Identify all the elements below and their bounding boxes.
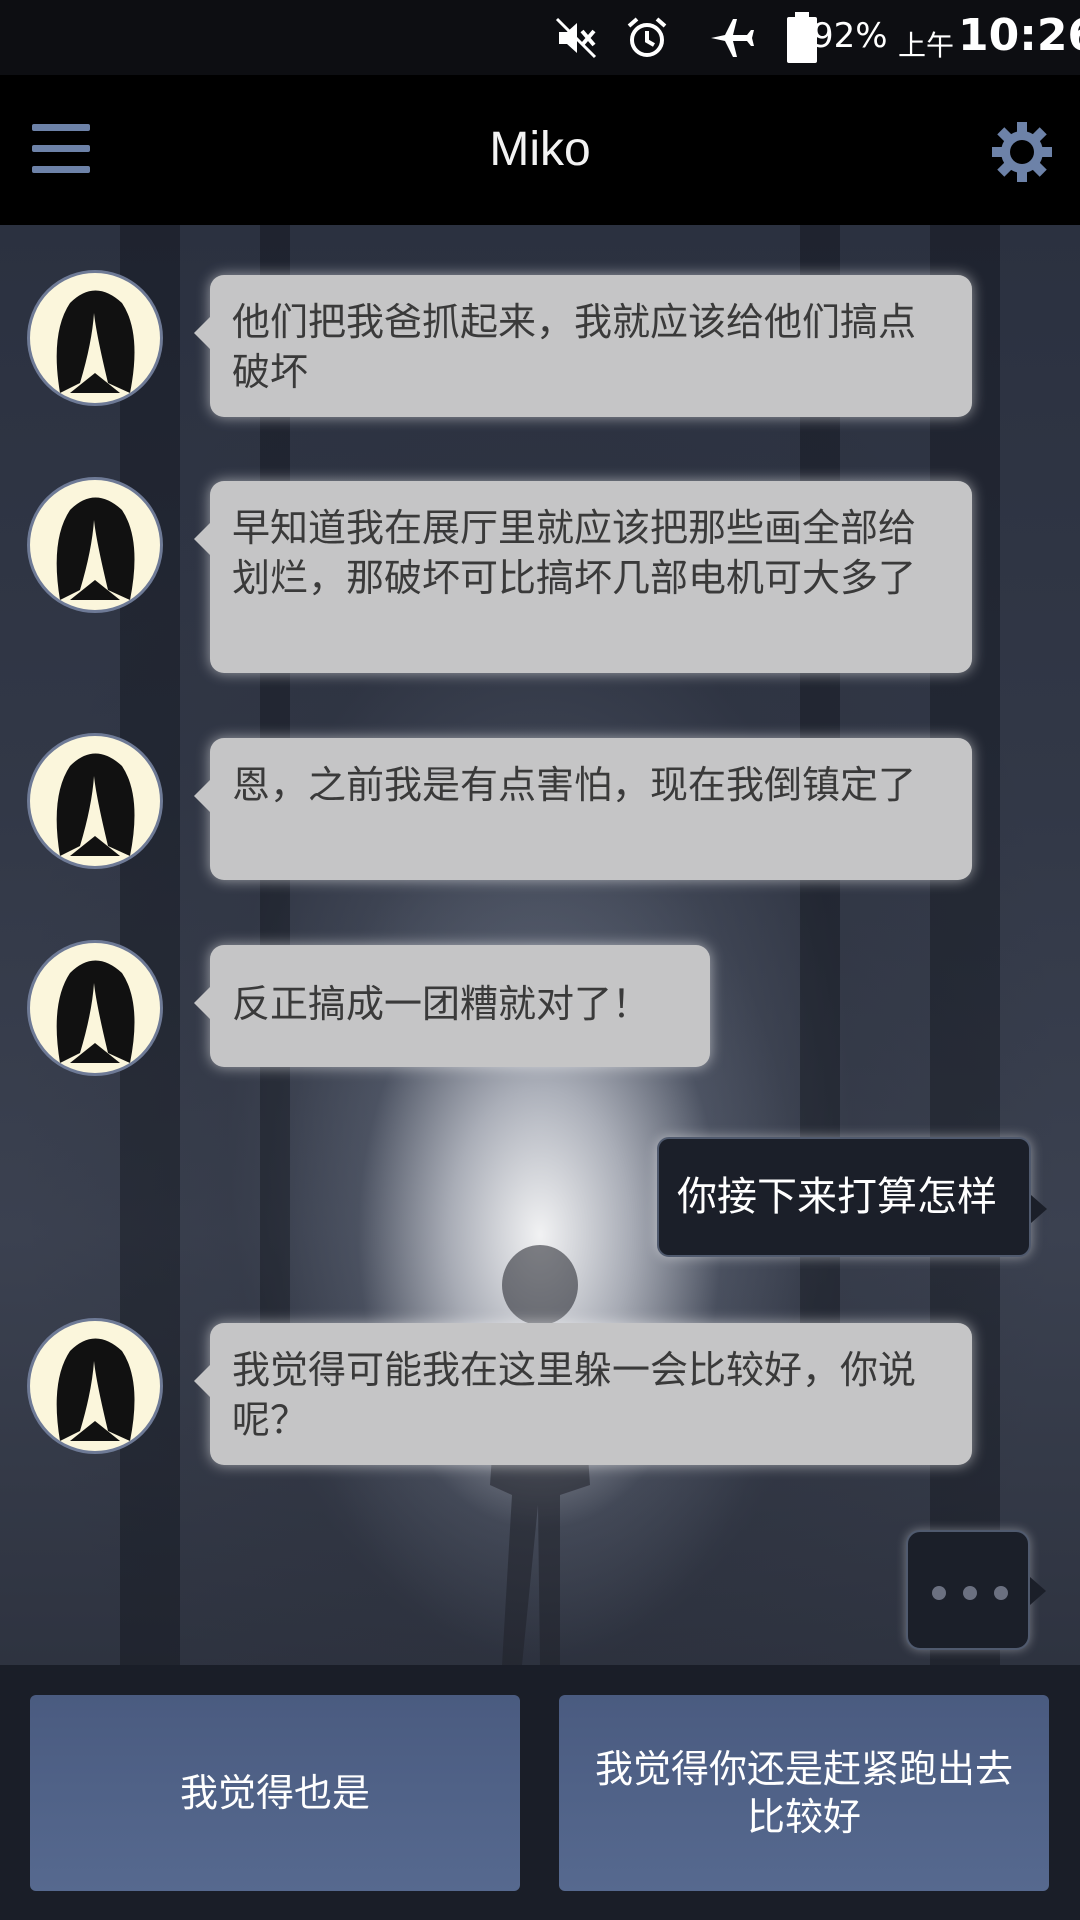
avatar[interactable] <box>27 477 163 613</box>
time-ampm: 上午 <box>898 29 955 62</box>
status-bar: 92% 上午 10:26 <box>0 0 1080 75</box>
message-bubble[interactable]: 早知道我在展厅里就应该把那些画全部给划烂，那破坏可比搞坏几部电机可大多了 <box>194 481 972 673</box>
chat-area[interactable]: 他们把我爸抓起来，我就应该给他们搞点破坏 早知道我在展厅里就应该把那些画全部给划… <box>0 225 1080 1665</box>
message-bubble[interactable]: 反正搞成一团糟就对了！ <box>194 945 710 1067</box>
conversation-title: Miko <box>489 123 591 176</box>
battery-percent: 92% <box>812 16 888 56</box>
typing-dots-icon <box>906 1530 1046 1650</box>
message-bubble[interactable]: 我觉得可能我在这里躲一会比较好，你说呢？ <box>194 1323 972 1465</box>
avatar[interactable] <box>27 733 163 869</box>
clock-time: 10:26 <box>958 10 1080 61</box>
message-bubble[interactable]: 你接下来打算怎样 <box>657 1137 1047 1257</box>
reply-option-button[interactable]: 我觉得也是 <box>30 1695 520 1891</box>
alarm-icon <box>625 16 669 60</box>
airplane-mode-icon <box>709 16 757 60</box>
hamburger-menu-icon[interactable] <box>30 120 94 178</box>
message-bubble[interactable]: 他们把我爸抓起来，我就应该给他们搞点破坏 <box>194 275 972 417</box>
phone-screen: 92% 上午 10:26 Miko <box>0 0 1080 1920</box>
reply-options-bar: 我觉得也是 我觉得你还是赶紧跑出去比较好 <box>0 1665 1080 1920</box>
mute-icon <box>555 17 597 59</box>
message-bubble[interactable]: 恩，之前我是有点害怕，现在我倒镇定了 <box>194 738 972 880</box>
status-icons <box>555 10 819 66</box>
avatar[interactable] <box>27 270 163 406</box>
app-bar: Miko <box>0 75 1080 225</box>
avatar[interactable] <box>27 940 163 1076</box>
gear-icon[interactable] <box>990 120 1054 184</box>
avatar[interactable] <box>27 1318 163 1454</box>
reply-option-button[interactable]: 我觉得你还是赶紧跑出去比较好 <box>559 1695 1049 1891</box>
